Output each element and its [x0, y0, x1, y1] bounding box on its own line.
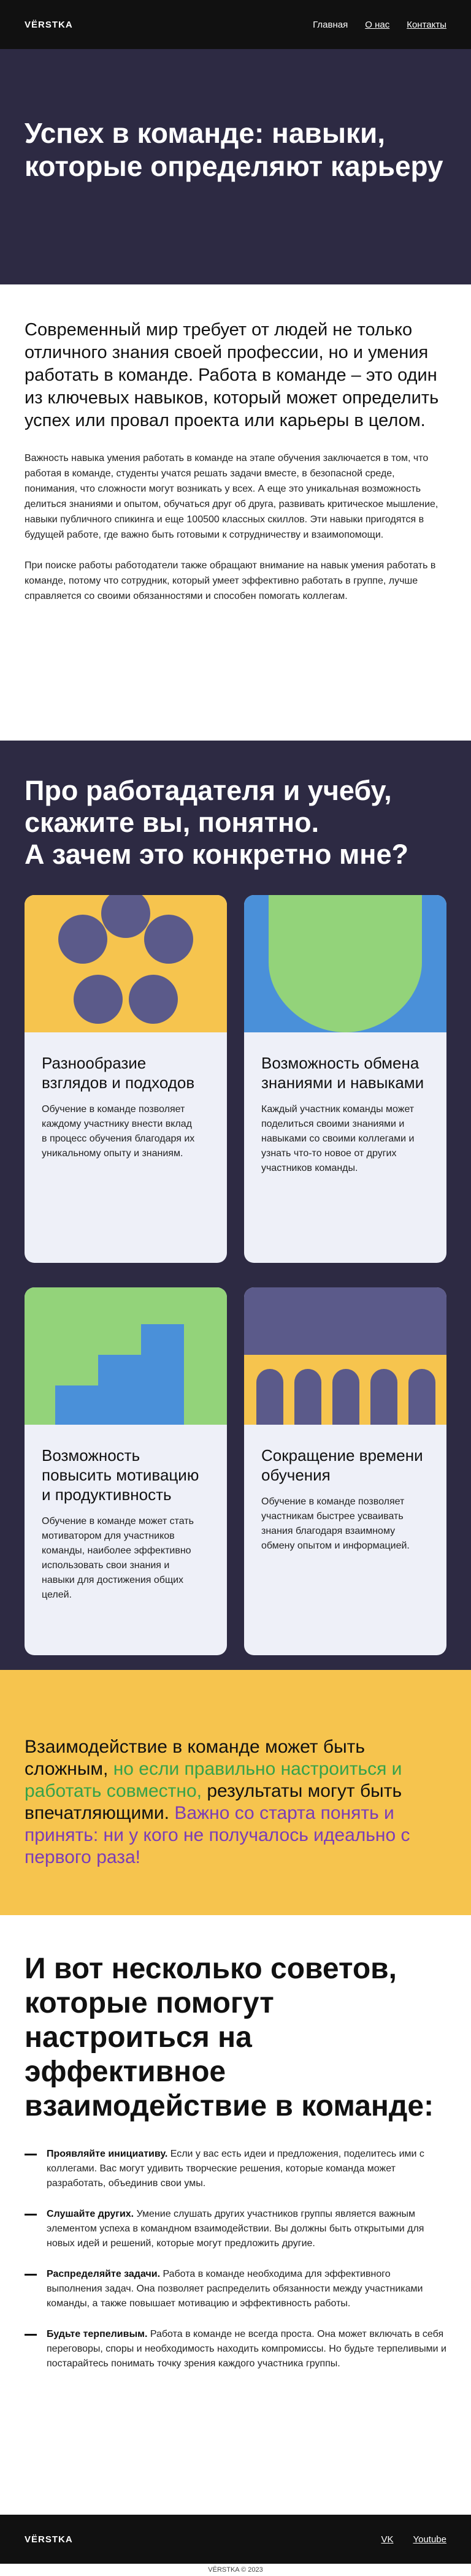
nav-link-home[interactable]: Главная: [313, 20, 348, 30]
card-title: Разнообразие взглядов и подходов: [42, 1054, 195, 1092]
card-time-reduction: Сокращение времени обучения Обучение в к…: [244, 1287, 446, 1655]
dash-icon: [25, 2154, 37, 2155]
dash-icon: [25, 2274, 37, 2276]
dash-icon: [25, 2334, 37, 2336]
tip-item: Проявляйте инициативу. Если у вас есть и…: [25, 2147, 446, 2191]
highlight-quote: Взаимодействие в команде может быть слож…: [25, 1736, 446, 1869]
intro-paragraph-2: При поиске работы работодатели также обр…: [25, 560, 436, 601]
card-text: Обучение в команде позволяет каждому уча…: [42, 1104, 195, 1159]
card-title: Возможность обмена знаниями и навыками: [261, 1054, 424, 1092]
card-diversity: Разнообразие взглядов и подходов Обучени…: [25, 895, 227, 1263]
reasons-section: Про работадателя и учебу, скажите вы, по…: [0, 741, 471, 1670]
tip-item: Распределяйте задачи. Работа в команде н…: [25, 2267, 446, 2311]
nav-link-contacts[interactable]: Контакты: [407, 20, 446, 30]
intro-section: Современный мир требует от людей не толь…: [0, 284, 471, 741]
dash-icon: [25, 2214, 37, 2216]
tip-item: Слушайте других. Умение слушать других у…: [25, 2207, 446, 2251]
footer-link-vk[interactable]: VK: [381, 2534, 393, 2545]
arches-illustration: [244, 1287, 446, 1425]
hero-section: Успех в команде: навыки, которые определ…: [0, 49, 471, 284]
tip-bold: Проявляйте инициативу.: [47, 2149, 168, 2159]
site-logo[interactable]: VЁRSTKA: [25, 20, 73, 30]
card-text: Обучение в команде позволяет участникам …: [261, 1496, 410, 1551]
hero-title: Успех в команде: навыки, которые определ…: [25, 117, 443, 182]
card-motivation: Возможность повысить мотивацию и продукт…: [25, 1287, 227, 1655]
main-nav: Главная О нас Контакты: [313, 20, 446, 30]
highlight-section: Взаимодействие в команде может быть слож…: [0, 1670, 471, 1915]
tip-bold: Слушайте других.: [47, 2209, 134, 2219]
card-text: Обучение в команде может стать мотиватор…: [42, 1516, 194, 1600]
footer-link-youtube[interactable]: Youtube: [413, 2534, 446, 2545]
tip-bold: Распределяйте задачи.: [47, 2269, 161, 2279]
stairs-illustration: [25, 1287, 227, 1425]
reasons-title-line-2: скажите вы, понятно.: [25, 807, 320, 838]
site-header: VЁRSTKA Главная О нас Контакты: [0, 0, 471, 49]
site-footer: VЁRSTKA VK Youtube: [0, 2515, 471, 2564]
footer-links: VK Youtube: [381, 2534, 446, 2545]
tip-bold: Будьте терпеливым.: [47, 2329, 148, 2339]
reasons-title-line-3: А зачем это конкретно мне?: [25, 839, 408, 870]
reasons-title: Про работадателя и учебу, скажите вы, по…: [25, 775, 446, 871]
nav-link-about[interactable]: О нас: [365, 20, 389, 30]
intro-paragraph-1: Важность навыка умения работать в команд…: [25, 453, 438, 540]
card-title: Возможность повысить мотивацию и продукт…: [42, 1446, 199, 1504]
tip-item: Будьте терпеливым. Работа в команде не в…: [25, 2327, 446, 2371]
tips-section: И вот несколько советов, которые помогут…: [0, 1915, 471, 2515]
leaves-illustration: [244, 895, 446, 1032]
footer-logo[interactable]: VЁRSTKA: [25, 2534, 73, 2545]
reasons-title-line-1: Про работадателя и учебу,: [25, 775, 392, 806]
tips-title: И вот несколько советов, которые помогут…: [25, 1953, 434, 2122]
circles-illustration: [25, 895, 227, 1032]
intro-lead: Современный мир требует от людей не толь…: [25, 320, 439, 430]
card-text: Каждый участник команды может поделиться…: [261, 1104, 415, 1173]
card-knowledge-exchange: Возможность обмена знаниями и навыками К…: [244, 895, 446, 1263]
reasons-cards: Разнообразие взглядов и подходов Обучени…: [25, 895, 446, 1655]
copyright: VЁRSTKA © 2023: [208, 2566, 263, 2574]
card-title: Сокращение времени обучения: [261, 1446, 423, 1484]
